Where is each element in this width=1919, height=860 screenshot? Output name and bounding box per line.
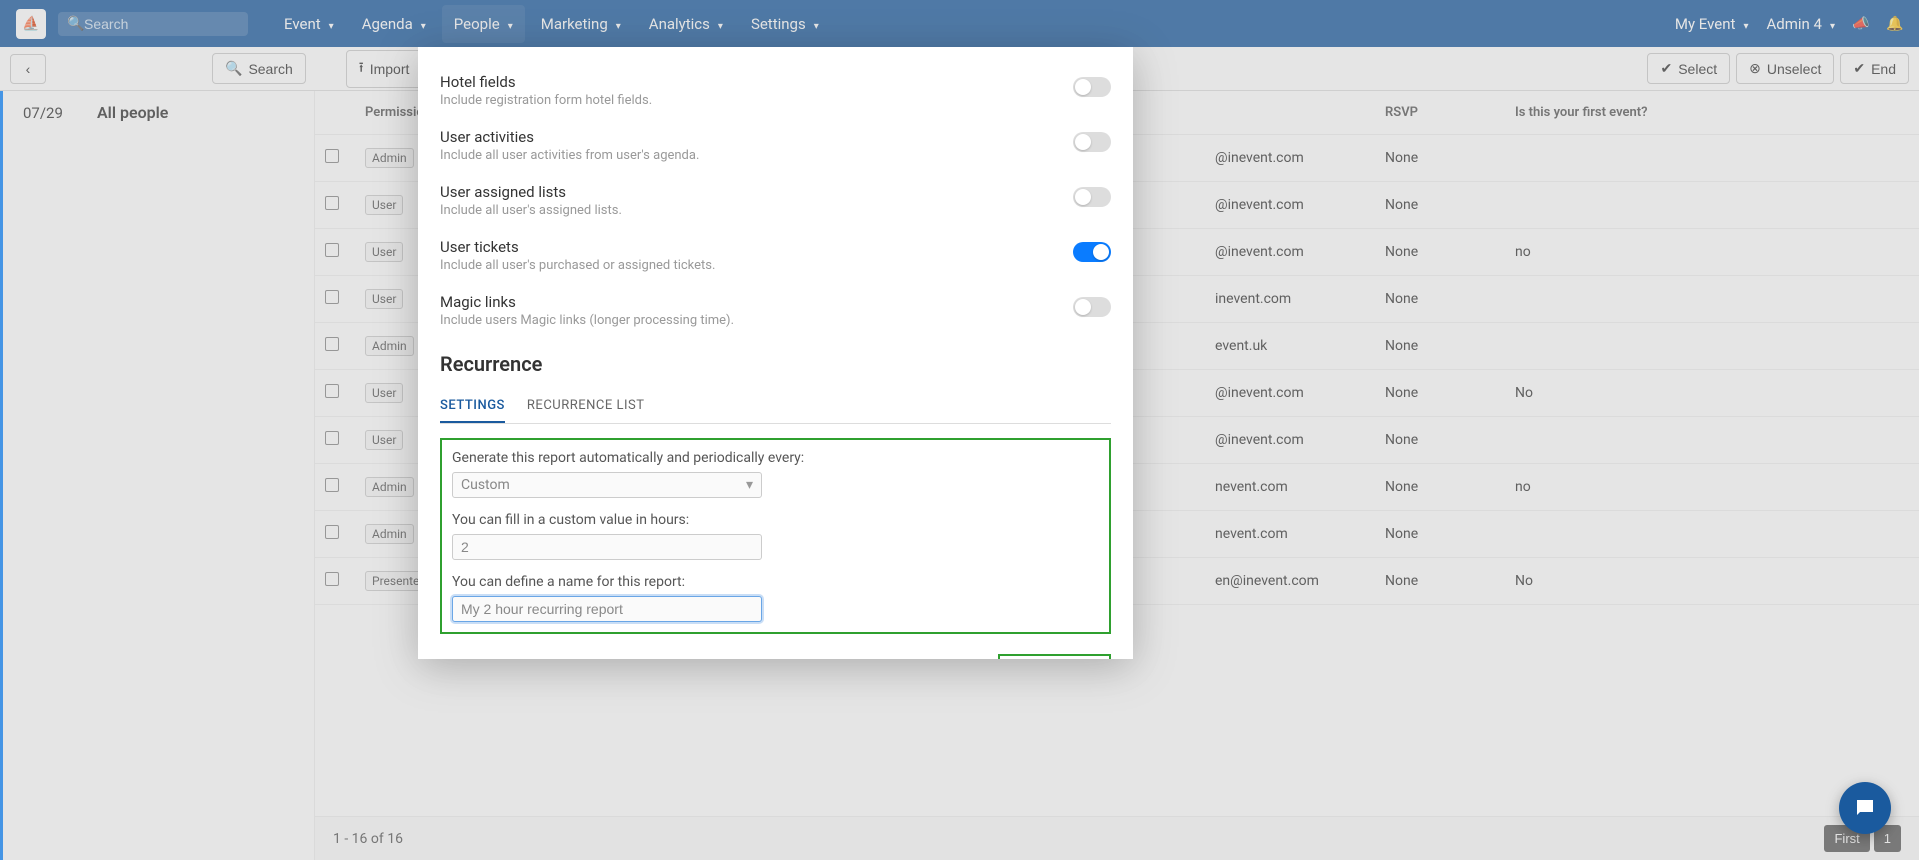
hours-label: You can fill in a custom value in hours: <box>452 512 1099 528</box>
option-title: User assigned lists <box>440 183 1073 201</box>
option-desc: Include registration form hotel fields. <box>440 93 1073 108</box>
tab-recurrence-list[interactable]: RECURRENCE LIST <box>527 390 645 423</box>
option-toggle[interactable] <box>1073 187 1111 207</box>
report-option: Magic links Include users Magic links (l… <box>440 283 1111 338</box>
option-toggle[interactable] <box>1073 297 1111 317</box>
report-option: User tickets Include all user's purchase… <box>440 228 1111 283</box>
option-desc: Include users Magic links (longer proces… <box>440 313 1073 328</box>
option-toggle[interactable] <box>1073 132 1111 152</box>
chat-icon <box>1853 796 1877 820</box>
recurrence-heading: Recurrence <box>440 352 1111 376</box>
interval-label: Generate this report automatically and p… <box>452 450 1099 466</box>
generate-highlight: Generate <box>998 654 1111 659</box>
option-toggle[interactable] <box>1073 242 1111 262</box>
option-desc: Include all user's purchased or assigned… <box>440 258 1073 273</box>
option-desc: Include all user's assigned lists. <box>440 203 1073 218</box>
option-title: User tickets <box>440 238 1073 256</box>
recurrence-tabs: SETTINGS RECURRENCE LIST <box>440 390 1111 424</box>
modal-overlay: Hotel fields Include registration form h… <box>0 0 1919 860</box>
option-desc: Include all user activities from user's … <box>440 148 1073 163</box>
interval-select[interactable]: Custom <box>452 472 762 498</box>
option-title: User activities <box>440 128 1073 146</box>
report-option: User activities Include all user activit… <box>440 118 1111 173</box>
option-title: Hotel fields <box>440 73 1073 91</box>
report-settings-modal: Hotel fields Include registration form h… <box>418 47 1133 659</box>
report-option: Hotel fields Include registration form h… <box>440 63 1111 118</box>
modal-actions: Cancel Generate <box>440 644 1111 659</box>
recurrence-form-highlight: Generate this report automatically and p… <box>440 438 1111 634</box>
option-title: Magic links <box>440 293 1073 311</box>
chat-fab[interactable] <box>1839 782 1891 834</box>
hours-input[interactable] <box>452 534 762 560</box>
name-label: You can define a name for this report: <box>452 574 1099 590</box>
report-option: User assigned lists Include all user's a… <box>440 173 1111 228</box>
tab-settings[interactable]: SETTINGS <box>440 390 505 423</box>
report-name-input[interactable] <box>452 596 762 622</box>
option-toggle[interactable] <box>1073 77 1111 97</box>
